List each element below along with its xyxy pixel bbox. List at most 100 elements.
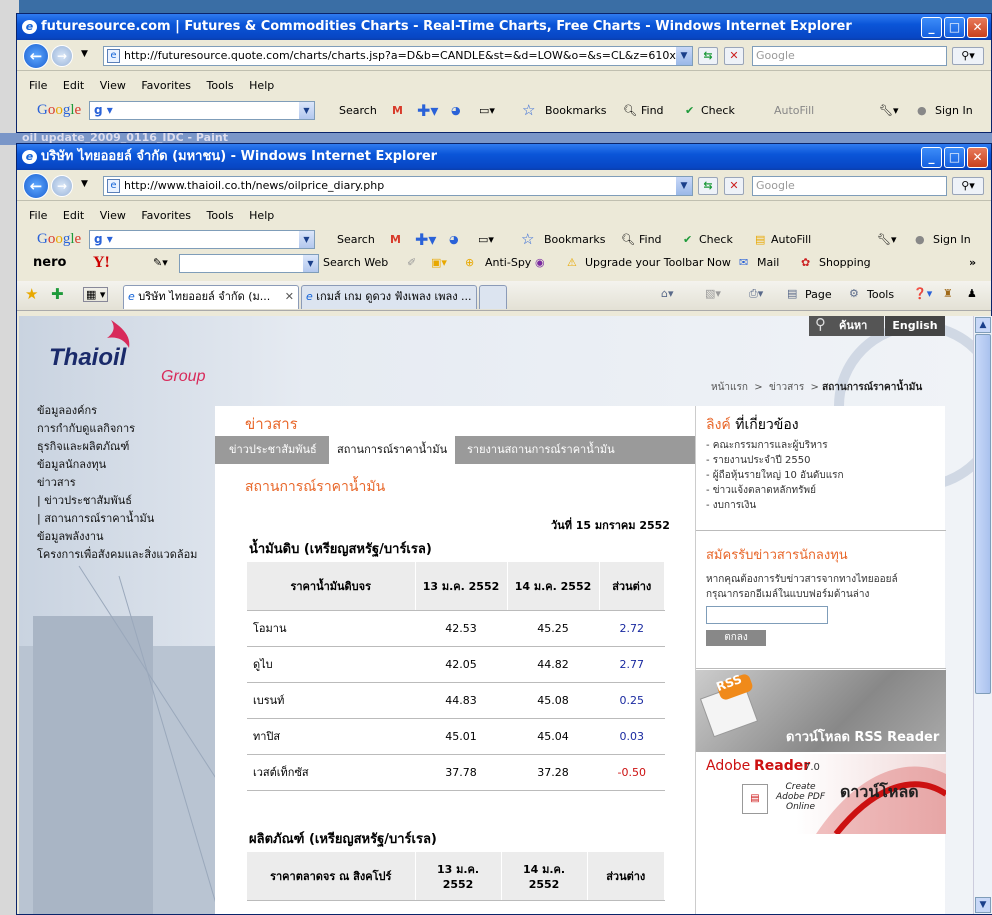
back-icon[interactable]: ← — [23, 173, 49, 199]
subtab-pr[interactable]: ข่าวประชาสัมพันธ์ — [221, 436, 325, 464]
check-button[interactable]: Check — [701, 97, 735, 124]
pencil-icon[interactable]: ✎▾ — [153, 251, 168, 275]
english-button[interactable]: English — [885, 316, 945, 336]
scroll-up-icon[interactable]: ▲ — [975, 317, 991, 333]
quick-tabs-icon[interactable]: ▦ ▾ — [83, 287, 109, 302]
breadcrumb-news[interactable]: ข่าวสาร — [769, 382, 804, 393]
adobe-reader-banner[interactable]: Adobe Reader 7.0 ▤ Create Adobe PDF Onli… — [696, 754, 946, 834]
bookmarks-star-icon[interactable]: ☆ — [522, 97, 535, 124]
nav-item-news[interactable]: ข่าวสาร — [37, 474, 197, 492]
gmail-icon[interactable]: M — [392, 97, 403, 124]
search-web-button[interactable]: Search Web — [323, 251, 388, 275]
address-dropdown-icon[interactable]: ▼ — [676, 47, 692, 65]
gmail-icon[interactable]: M — [390, 226, 401, 253]
google-search-button[interactable]: Search — [337, 226, 375, 253]
forward-icon[interactable]: → — [51, 45, 73, 67]
minimize-button[interactable]: _ — [921, 147, 942, 168]
back-window-titlebar[interactable]: e futuresource.com | Futures & Commoditi… — [17, 14, 991, 40]
link-set-news[interactable]: - ข่าวแจ้งตลาดหลักทรัพย์ — [706, 483, 844, 498]
forward-icon[interactable]: → — [51, 175, 73, 197]
refresh-icon[interactable]: ⇆ — [698, 177, 718, 195]
address-bar[interactable]: e http://futuresource.quote.com/charts/c… — [103, 46, 693, 66]
google-search-field[interactable]: g ▾ ▼ — [89, 101, 315, 120]
vertical-scrollbar[interactable]: ▲ ▼ — [973, 316, 992, 914]
link-top-shareholders[interactable]: - ผู้ถือหุ้นรายใหญ่ 10 อันดับแรก — [706, 468, 844, 483]
menu-help[interactable]: Help — [249, 209, 274, 222]
link-annual-report[interactable]: - รายงานประจำปี 2550 — [706, 453, 844, 468]
autofill-button[interactable]: AutoFill — [774, 97, 814, 124]
scroll-down-icon[interactable]: ▼ — [975, 897, 991, 913]
subtab-oil-report[interactable]: รายงานสถานการณ์ราคาน้ำมัน — [459, 436, 623, 464]
menu-view[interactable]: View — [100, 79, 126, 92]
bookmarks-button[interactable]: Bookmarks — [544, 226, 605, 253]
print-icon[interactable]: ⎙▾ — [749, 287, 763, 301]
address-bar[interactable]: e http://www.thaioil.co.th/news/oilprice… — [103, 176, 693, 196]
find-icon[interactable]: 🔍︎ — [623, 97, 637, 124]
tools-menu-button[interactable]: Tools — [867, 288, 894, 301]
highlight-icon[interactable]: ✐ — [407, 251, 416, 275]
close-button[interactable]: ✕ — [967, 17, 988, 38]
plus-icon[interactable]: ✚▾ — [417, 97, 438, 124]
thaioil-logo[interactable]: Thaioil Group — [49, 318, 205, 388]
add-favorite-icon[interactable]: ✚ — [51, 285, 64, 303]
nero-logo[interactable]: nero — [33, 251, 66, 275]
yahoo-logo[interactable]: Y! — [93, 251, 110, 275]
menu-edit[interactable]: Edit — [63, 209, 84, 222]
tab-games[interactable]: e เกมส์ เกม ดูดวง ฟังเพลง เพลง ... — [301, 285, 477, 309]
menu-favorites[interactable]: Favorites — [141, 79, 191, 92]
subtab-oil-price[interactable]: สถานการณ์ราคาน้ำมัน — [329, 436, 456, 464]
check-button[interactable]: Check — [699, 226, 733, 253]
nav-item-pr[interactable]: | ข่าวประชาสัมพันธ์ — [37, 492, 197, 510]
history-dropdown-icon[interactable]: ▼ — [81, 49, 88, 59]
nav-item-organization[interactable]: ข้อมูลองค์กร — [37, 402, 197, 420]
messenger-icon[interactable]: ◉ — [535, 251, 545, 275]
wrench-icon[interactable]: 🔧︎▾ — [877, 226, 897, 253]
menu-file[interactable]: File — [29, 79, 47, 92]
find-button[interactable]: Find — [639, 226, 662, 253]
stop-icon[interactable]: ✕ — [724, 177, 744, 195]
nav-item-governance[interactable]: การกำกับดูแลกิจการ — [37, 420, 197, 438]
research-icon[interactable]: ♜ — [943, 287, 953, 300]
home-icon[interactable]: ⌂▾ — [661, 287, 674, 300]
menu-favorites[interactable]: Favorites — [141, 209, 191, 222]
menu-edit[interactable]: Edit — [63, 79, 84, 92]
search-icon[interactable]: ⚲▾ — [952, 177, 984, 195]
maximize-button[interactable]: □ — [944, 17, 965, 38]
menu-tools[interactable]: Tools — [207, 209, 234, 222]
menu-view[interactable]: View — [100, 209, 126, 222]
globe-icon[interactable]: ◕ — [451, 97, 461, 124]
menu-file[interactable]: File — [29, 209, 47, 222]
check-icon[interactable]: ✔ — [683, 226, 692, 253]
nav-item-investor[interactable]: ข้อมูลนักลงทุน — [37, 456, 197, 474]
messenger-person-icon[interactable]: ♟ — [967, 287, 977, 300]
chevron-more-icon[interactable]: » — [969, 251, 976, 275]
find-button[interactable]: Find — [641, 97, 664, 124]
nav-item-csr[interactable]: โครงการเพื่อสังคมและสิ่งแวดล้อม — [37, 546, 197, 564]
search-icon[interactable]: ⚲▾ — [952, 47, 984, 65]
history-dropdown-icon[interactable]: ▼ — [81, 179, 88, 189]
bookmarks-star-icon[interactable]: ☆ — [521, 226, 534, 253]
tab-thaioil[interactable]: e บริษัท ไทยออยล์ จำกัด (ม... ✕ — [123, 285, 299, 309]
link-board[interactable]: - คณะกรรมการและผู้บริหาร — [706, 438, 844, 453]
new-tab-button[interactable] — [479, 285, 507, 309]
email-field[interactable] — [706, 606, 828, 624]
bookmarks-button[interactable]: Bookmarks — [545, 97, 606, 124]
minimize-button[interactable]: _ — [921, 17, 942, 38]
find-icon[interactable]: 🔍︎ — [621, 226, 635, 253]
form-icon[interactable]: ▣▾ — [431, 251, 447, 275]
yahoo-search-field[interactable]: ▼ — [179, 254, 319, 273]
maximize-button[interactable]: □ — [944, 147, 965, 168]
close-tab-icon[interactable]: ✕ — [285, 286, 294, 308]
close-button[interactable]: ✕ — [967, 147, 988, 168]
front-window-titlebar[interactable]: e บริษัท ไทยออยล์ จำกัด (มหาชน) - Window… — [17, 144, 991, 170]
nav-item-business[interactable]: ธุรกิจและผลิตภัณฑ์ — [37, 438, 197, 456]
subscribe-button[interactable]: ตกลง — [706, 630, 766, 646]
back-icon[interactable]: ← — [23, 43, 49, 69]
page-menu-button[interactable]: Page — [805, 288, 832, 301]
anti-spy-button[interactable]: Anti-Spy — [485, 251, 531, 275]
google-search-button[interactable]: Search — [339, 97, 377, 124]
upgrade-toolbar-button[interactable]: Upgrade your Toolbar Now — [585, 251, 731, 275]
menu-tools[interactable]: Tools — [207, 79, 234, 92]
popup-blocker-icon[interactable]: ▭▾ — [479, 97, 495, 124]
address-dropdown-icon[interactable]: ▼ — [676, 177, 692, 195]
